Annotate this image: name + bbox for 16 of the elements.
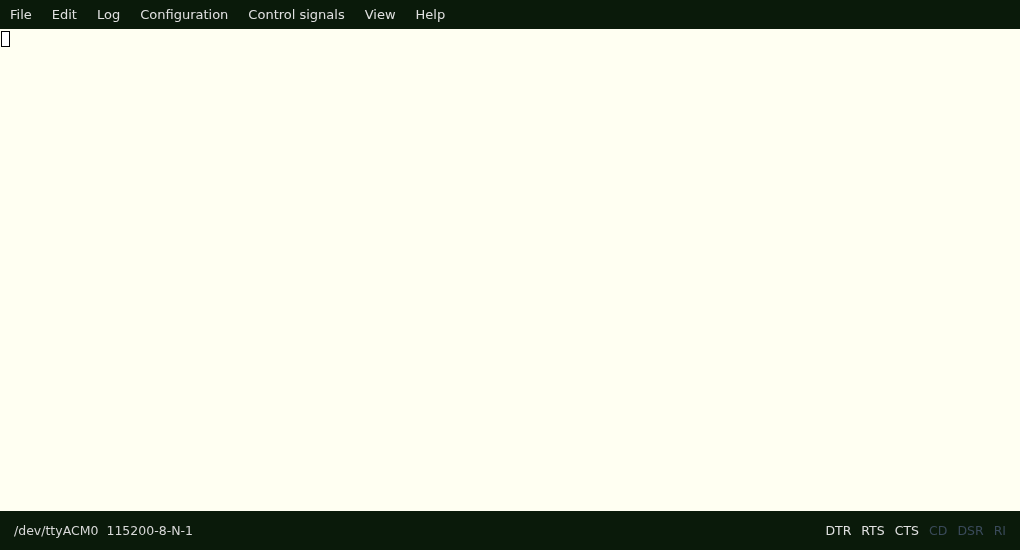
port-settings: 115200-8-N-1 [106,523,193,538]
menu-item[interactable]: Log [96,7,121,22]
menu-item[interactable]: Control signals [248,7,345,22]
menu-item[interactable]: Edit [51,7,77,22]
menu-item[interactable]: File [10,7,32,22]
signal-indicator: DTR [825,523,852,538]
signal-indicator: RTS [861,523,885,538]
terminal-area[interactable] [0,29,1020,511]
menu-item[interactable]: View [364,7,396,22]
signal-indicator: RI [993,523,1006,538]
port-name: /dev/ttyACM0 [14,523,99,538]
signal-indicator: CD [929,523,948,538]
signal-indicator: CTS [894,523,919,538]
menu-item[interactable]: Configuration [140,7,229,22]
signal-indicator: DSR [957,523,984,538]
menu-item[interactable]: Help [415,7,446,22]
